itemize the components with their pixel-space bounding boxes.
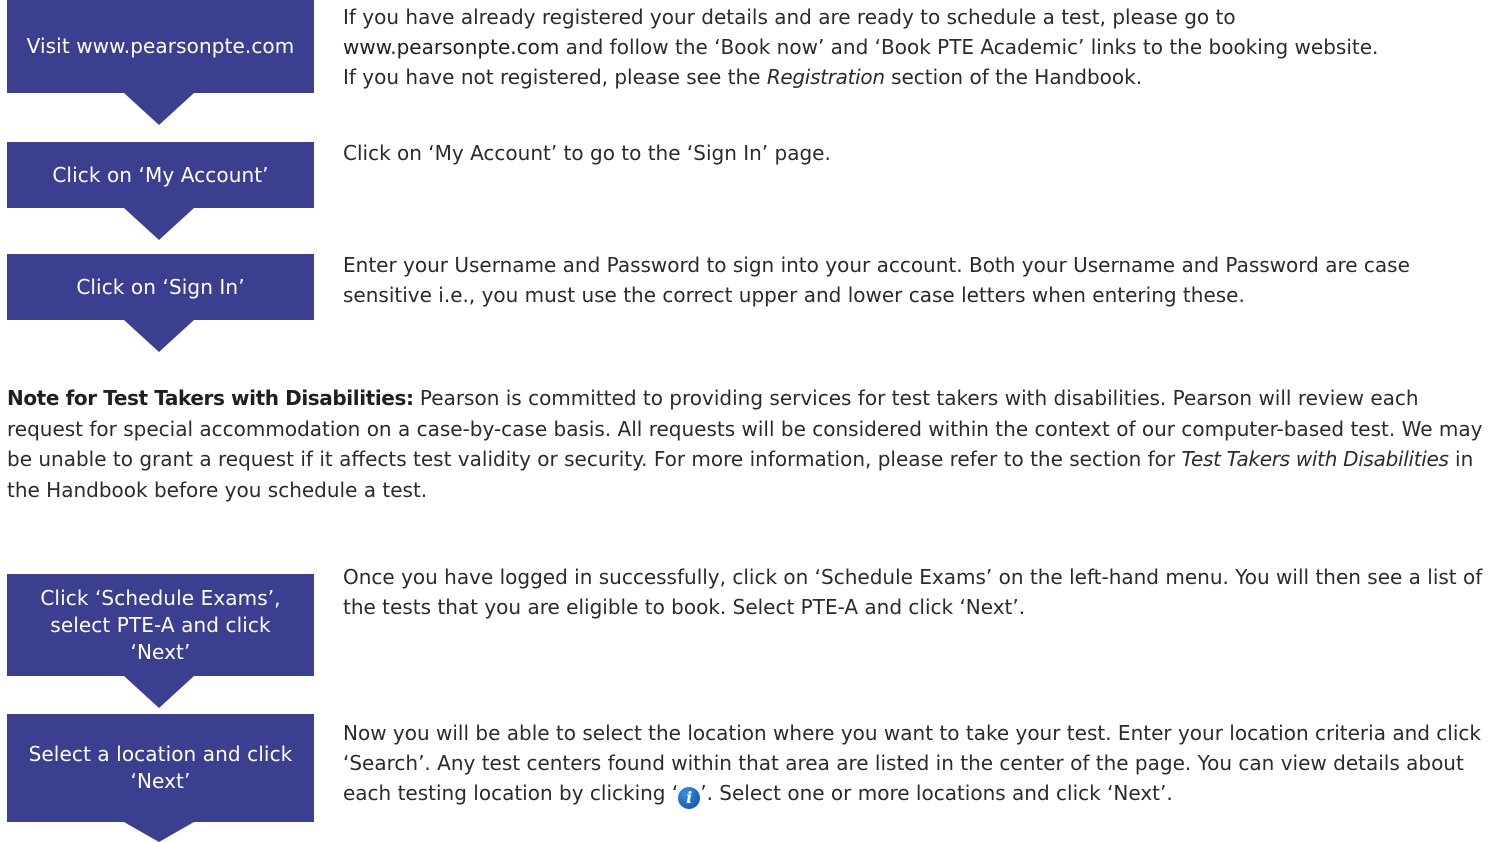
step-description: Click on ‘My Account’ to go to the ‘Sign… — [343, 141, 831, 165]
step-box-schedule-exams: Click ‘Schedule Exams’, select PTE-A and… — [7, 574, 314, 676]
step-description: Now you will be able to select the locat… — [343, 721, 1481, 809]
step-box-sign-in: Click on ‘Sign In’ — [7, 254, 314, 320]
step-description: If you have already registered your deta… — [343, 5, 1379, 89]
step-label: Visit www.pearsonpte.com — [26, 34, 295, 58]
disabilities-note: Note for Test Takers with Disabilities: … — [7, 386, 1483, 502]
note-heading: Note for Test Takers with Disabilities: — [7, 386, 414, 410]
step-box-my-account: Click on ‘My Account’ — [7, 142, 314, 208]
step-label: Click on ‘My Account’ — [52, 162, 269, 187]
step-arrow — [124, 676, 194, 708]
website-link[interactable]: www.pearsonpte.com — [343, 35, 559, 59]
step-box-select-location: Select a location and click ‘Next’ — [7, 714, 314, 822]
step-arrow — [124, 822, 194, 842]
step-arrow — [124, 93, 194, 125]
step-description: Enter your Username and Password to sign… — [343, 253, 1410, 307]
step-label: Click ‘Schedule Exams’, select PTE-A and… — [40, 585, 281, 664]
step-box-visit: Visit www.pearsonpte.com — [7, 0, 314, 93]
step-label: Select a location and click ‘Next’ — [28, 742, 293, 793]
step-label: Click on ‘Sign In’ — [76, 274, 245, 299]
step-arrow — [124, 208, 194, 240]
info-icon: i — [678, 787, 701, 809]
step-description: Once you have logged in successfully, cl… — [343, 565, 1483, 619]
step-arrow — [124, 320, 194, 352]
